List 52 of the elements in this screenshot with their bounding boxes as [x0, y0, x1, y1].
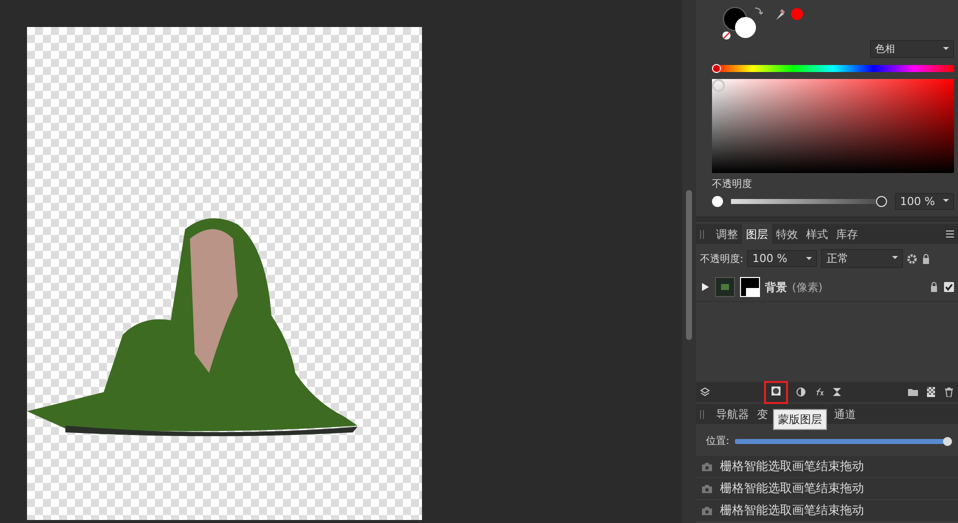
- no-color-icon[interactable]: [722, 31, 731, 40]
- checkered-page-icon[interactable]: [926, 387, 936, 397]
- slider-thumb[interactable]: [876, 196, 888, 207]
- half-circle-icon[interactable]: [796, 387, 806, 397]
- slider-thumb[interactable]: [943, 436, 952, 446]
- hourglass-icon[interactable]: [832, 387, 842, 397]
- visibility-checkbox[interactable]: [944, 282, 954, 292]
- grip-icon[interactable]: [700, 410, 704, 418]
- panel-tab[interactable]: 样式: [802, 224, 832, 244]
- secondary-color-swatch[interactable]: [735, 17, 756, 38]
- picker-thumb[interactable]: [712, 79, 725, 92]
- fx-icon[interactable]: [814, 387, 824, 397]
- panel-tab[interactable]: 库存: [832, 224, 862, 244]
- folder-icon[interactable]: [908, 387, 918, 397]
- expand-triangle-icon[interactable]: [700, 282, 710, 292]
- panel-tab[interactable]: 变: [753, 404, 772, 424]
- opacity-label: 不透明度:: [700, 252, 744, 266]
- layer-type: (像素): [792, 280, 823, 294]
- position-slider[interactable]: [735, 436, 952, 446]
- panel-tab[interactable]: 通道: [830, 404, 860, 424]
- saturation-field[interactable]: [712, 79, 954, 173]
- trash-icon[interactable]: [944, 387, 954, 397]
- tooltip: 蒙版图层: [773, 409, 827, 430]
- blend-mode-dropdown[interactable]: 正常: [821, 249, 904, 268]
- color-mode-dropdown[interactable]: 色相: [870, 40, 954, 58]
- swap-icon[interactable]: [753, 6, 763, 16]
- panel-tab[interactable]: 特效: [772, 224, 802, 244]
- opacity-swatch: [712, 196, 723, 207]
- opacity-dropdown[interactable]: 100 %: [747, 250, 818, 267]
- eyedropper-icon[interactable]: [774, 7, 786, 21]
- lock-icon[interactable]: [929, 282, 939, 292]
- opacity-label: 不透明度: [712, 178, 753, 191]
- layers-stack-icon[interactable]: [700, 387, 710, 397]
- opacity-field[interactable]: 100 %: [895, 193, 954, 210]
- mask-thumbnail: [740, 277, 760, 297]
- panel-tab[interactable]: 导航器: [712, 404, 753, 424]
- hue-slider[interactable]: [712, 64, 954, 73]
- camera-icon: [702, 462, 712, 472]
- mask-layer-icon[interactable]: [771, 386, 781, 396]
- camera-icon: [702, 506, 712, 516]
- settings-icon[interactable]: [907, 254, 918, 264]
- layer-name[interactable]: 背景: [765, 280, 787, 294]
- current-color-dot[interactable]: [791, 8, 803, 20]
- camera-icon: [702, 484, 712, 494]
- menu-icon[interactable]: [946, 230, 954, 238]
- position-label: 位置:: [706, 434, 730, 448]
- lock-icon[interactable]: [921, 254, 932, 264]
- panel-tab[interactable]: 调整: [712, 224, 742, 244]
- panel-tab[interactable]: 图层: [742, 224, 772, 244]
- layer-thumbnail: [715, 277, 735, 297]
- grip-icon[interactable]: [700, 230, 704, 238]
- opacity-slider[interactable]: [731, 196, 888, 207]
